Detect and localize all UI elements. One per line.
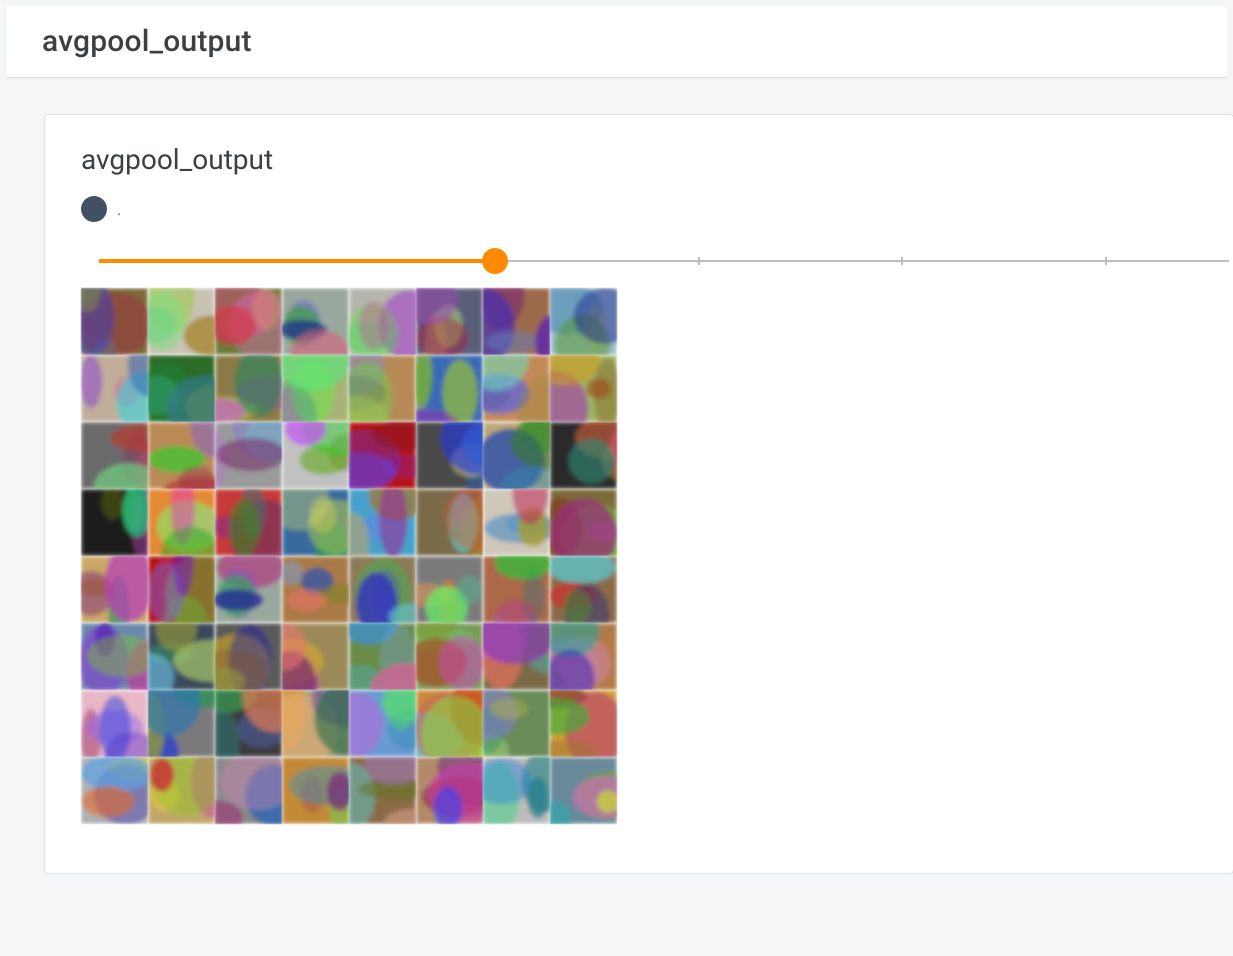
card-title: avgpool_output [81, 143, 1233, 176]
image-thumbnail[interactable] [81, 757, 148, 824]
image-thumbnail[interactable] [349, 690, 416, 757]
image-thumbnail[interactable] [483, 623, 550, 690]
image-thumbnail[interactable] [81, 489, 148, 556]
image-thumbnail[interactable] [483, 690, 550, 757]
image-thumbnail[interactable] [416, 355, 483, 422]
image-thumbnail[interactable] [483, 355, 550, 422]
image-thumbnail[interactable] [215, 757, 282, 824]
image-thumbnail[interactable] [148, 690, 215, 757]
image-thumbnail[interactable] [550, 690, 617, 757]
image-thumbnail[interactable] [550, 288, 617, 355]
image-thumbnail[interactable] [483, 489, 550, 556]
image-thumbnail[interactable] [550, 623, 617, 690]
image-thumbnail[interactable] [483, 556, 550, 623]
image-thumbnail[interactable] [282, 690, 349, 757]
image-thumbnail[interactable] [550, 422, 617, 489]
image-thumbnail[interactable] [416, 489, 483, 556]
image-thumbnail[interactable] [349, 288, 416, 355]
image-card: avgpool_output . [44, 114, 1233, 874]
legend-dot-icon [81, 196, 107, 222]
slider-thumb[interactable] [482, 248, 508, 274]
image-thumbnail[interactable] [349, 556, 416, 623]
image-thumbnail[interactable] [81, 288, 148, 355]
image-thumbnail[interactable] [282, 556, 349, 623]
image-thumbnail[interactable] [349, 422, 416, 489]
step-slider[interactable] [99, 248, 1229, 274]
image-thumbnail[interactable] [148, 422, 215, 489]
image-thumbnail[interactable] [550, 757, 617, 824]
image-thumbnail[interactable] [416, 288, 483, 355]
legend-label: . [117, 200, 121, 219]
image-thumbnail[interactable] [349, 623, 416, 690]
slider-tick [698, 257, 700, 265]
image-thumbnail[interactable] [416, 757, 483, 824]
image-thumbnail[interactable] [550, 489, 617, 556]
image-thumbnail[interactable] [483, 757, 550, 824]
image-thumbnail[interactable] [148, 556, 215, 623]
image-thumbnail[interactable] [416, 556, 483, 623]
image-thumbnail[interactable] [282, 422, 349, 489]
image-thumbnail[interactable] [148, 355, 215, 422]
image-thumbnail[interactable] [416, 623, 483, 690]
image-thumbnail[interactable] [349, 355, 416, 422]
image-thumbnail[interactable] [215, 623, 282, 690]
slider-tick [1105, 257, 1107, 265]
image-thumbnail[interactable] [416, 422, 483, 489]
image-thumbnail[interactable] [148, 288, 215, 355]
image-thumbnail[interactable] [215, 556, 282, 623]
section-header: avgpool_output [6, 6, 1227, 78]
image-grid [81, 288, 617, 824]
image-thumbnail[interactable] [81, 623, 148, 690]
image-thumbnail[interactable] [349, 757, 416, 824]
image-thumbnail[interactable] [483, 288, 550, 355]
image-thumbnail[interactable] [416, 690, 483, 757]
image-thumbnail[interactable] [215, 288, 282, 355]
image-thumbnail[interactable] [148, 623, 215, 690]
image-thumbnail[interactable] [81, 355, 148, 422]
image-thumbnail[interactable] [215, 422, 282, 489]
image-thumbnail[interactable] [148, 757, 215, 824]
image-thumbnail[interactable] [81, 556, 148, 623]
slider-tick [901, 257, 903, 265]
image-thumbnail[interactable] [282, 623, 349, 690]
image-thumbnail[interactable] [215, 489, 282, 556]
image-thumbnail[interactable] [550, 355, 617, 422]
image-thumbnail[interactable] [282, 355, 349, 422]
image-thumbnail[interactable] [81, 422, 148, 489]
image-thumbnail[interactable] [148, 489, 215, 556]
image-thumbnail[interactable] [81, 690, 148, 757]
image-thumbnail[interactable] [215, 355, 282, 422]
image-thumbnail[interactable] [215, 690, 282, 757]
section-title: avgpool_output [42, 24, 1227, 59]
legend-row: . [81, 196, 1233, 222]
image-thumbnail[interactable] [282, 757, 349, 824]
image-thumbnail[interactable] [483, 422, 550, 489]
image-thumbnail[interactable] [282, 288, 349, 355]
image-thumbnail[interactable] [349, 489, 416, 556]
image-thumbnail[interactable] [550, 556, 617, 623]
slider-track-active [99, 259, 495, 263]
image-thumbnail[interactable] [282, 489, 349, 556]
